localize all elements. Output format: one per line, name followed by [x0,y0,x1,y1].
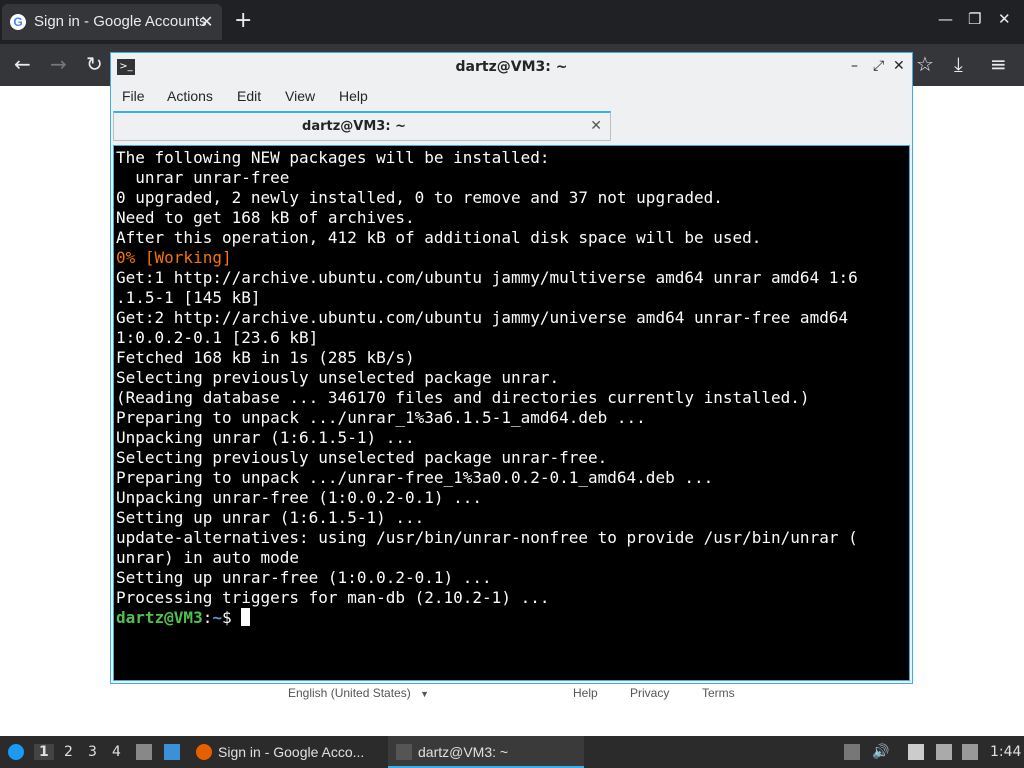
terminal-line: (Reading database ... 346170 files and d… [116,388,810,407]
clock: 1:44 [990,744,1022,760]
terminal-line: Processing triggers for man-db (2.10.2-1… [116,588,550,607]
menu-view[interactable]: View [285,88,315,104]
maximize-icon[interactable]: ⤢ [873,58,884,74]
terminal-line: Get:2 http://archive.ubuntu.com/ubuntu j… [116,308,849,327]
browser-tab-bar: G Sign in - Google Accounts ✕ + — ❐ ✕ [0,0,1024,44]
volume-icon[interactable]: 🔊 [872,744,889,760]
terminal-window-title: dartz@VM3: ~ [455,59,568,75]
terminal-line: Preparing to unpack .../unrar-free_1%3a0… [116,468,714,487]
close-window-button[interactable]: ✕ [998,10,1011,28]
terminal-line: unrar) in auto mode [116,548,300,567]
back-arrow-icon[interactable]: ← [14,53,31,75]
terminal-line: After this operation, 412 kB of addition… [116,228,762,247]
workspace-1[interactable]: 1 [34,744,54,760]
task-terminal[interactable]: dartz@VM3: ~ [388,736,584,768]
forward-arrow-icon[interactable]: → [50,53,67,75]
chevron-down-icon: ▼ [420,689,429,699]
firefox-icon [196,744,212,760]
task-terminal-label: dartz@VM3: ~ [418,744,509,760]
terminal-line: Setting up unrar-free (1:0.0.2-0.1) ... [116,568,492,587]
terminal-line: Setting up unrar (1:6.1.5-1) ... [116,508,425,527]
minimize-button[interactable]: — [938,10,953,28]
menu-edit[interactable]: Edit [237,88,261,104]
terminal-menu-bar: File Actions Edit View Help [111,83,912,111]
workspace-3[interactable]: 3 [88,744,97,760]
workspace-2[interactable]: 2 [64,744,73,760]
terminal-output: The following NEW packages will be insta… [114,146,909,628]
terminal-tab-strip: dartz@VM3: ~ ✕ [111,111,912,143]
terminal-line: Unpacking unrar-free (1:0.0.2-0.1) ... [116,488,483,507]
menu-help[interactable]: Help [339,88,368,104]
prompt-symbol: $ [221,608,242,627]
browser-tab[interactable]: G Sign in - Google Accounts ✕ [2,4,222,40]
task-browser-label: Sign in - Google Acco... [218,744,365,760]
workspace-4[interactable]: 4 [112,744,121,760]
terminal-line: Unpacking unrar (1:6.1.5-1) ... [116,428,415,447]
file-manager-icon[interactable] [136,744,152,760]
terminal-line: Selecting previously unselected package … [116,448,608,467]
tab-close-icon[interactable]: ✕ [590,118,602,134]
show-desktop-icon[interactable] [164,744,180,760]
minimize-icon[interactable]: – [851,58,858,74]
terminal-line: 0 upgraded, 2 newly installed, 0 to remo… [116,188,723,207]
terminal-title-bar[interactable]: >_ dartz@VM3: ~ – ⤢ ✕ [111,53,912,83]
terminal-tab-label: dartz@VM3: ~ [302,119,406,134]
terminal-console[interactable]: The following NEW packages will be insta… [113,145,910,681]
prompt-separator: : [202,608,213,627]
help-link[interactable]: Help [573,686,598,700]
clipboard-icon[interactable] [908,744,924,760]
menu-icon[interactable]: ≡ [990,53,1007,75]
terminal-window: >_ dartz@VM3: ~ – ⤢ ✕ File Actions Edit … [110,52,913,684]
start-menu-icon[interactable] [8,744,24,760]
terminal-tab[interactable]: dartz@VM3: ~ ✕ [113,111,611,141]
terminal-line: update-alternatives: using /usr/bin/unra… [116,528,858,547]
terminal-line: The following NEW packages will be insta… [116,148,550,167]
language-label: English (United States) [288,686,411,700]
terminal-line: Get:1 http://archive.ubuntu.com/ubuntu j… [116,268,858,287]
notification-icon[interactable] [962,744,978,760]
close-icon[interactable]: ✕ [893,58,905,74]
privacy-link[interactable]: Privacy [630,686,669,700]
terminal-line: Selecting previously unselected package … [116,368,560,387]
menu-file[interactable]: File [122,88,145,104]
prompt-path: ~ [212,608,222,627]
task-browser[interactable]: Sign in - Google Acco... [192,736,382,768]
reload-icon[interactable]: ↻ [86,53,103,75]
terminal-line: Preparing to unpack .../unrar_1%3a6.1.5-… [116,408,646,427]
restore-button[interactable]: ❐ [968,10,981,28]
prompt-user-host: dartz@VM3 [116,608,203,627]
update-icon[interactable] [844,744,860,760]
download-icon[interactable]: ⤓ [954,53,963,75]
terms-link[interactable]: Terms [702,686,735,700]
terminal-icon [396,744,412,760]
taskbar: 1 2 3 4 Sign in - Google Acco... dartz@V… [0,736,1024,768]
terminal-line: 1:0.0.2-0.1 [23.6 kB] [116,328,319,347]
terminal-line: Need to get 168 kB of archives. [116,208,415,227]
tab-close-icon[interactable]: ✕ [200,12,213,31]
google-favicon-icon: G [10,14,26,30]
bookmark-star-icon[interactable]: ☆ [916,53,934,75]
terminal-line: 0% [Working] [116,248,232,267]
language-selector[interactable]: English (United States) ▼ [288,686,429,700]
terminal-line: Fetched 168 kB in 1s (285 kB/s) [116,348,415,367]
network-icon[interactable] [936,744,952,760]
menu-actions[interactable]: Actions [167,88,213,104]
browser-tab-title: Sign in - Google Accounts [34,13,207,30]
terminal-line: .1.5-1 [145 kB] [116,288,261,307]
new-tab-button[interactable]: + [234,10,252,32]
text-cursor [241,608,251,626]
terminal-line: unrar unrar-free [116,168,290,187]
